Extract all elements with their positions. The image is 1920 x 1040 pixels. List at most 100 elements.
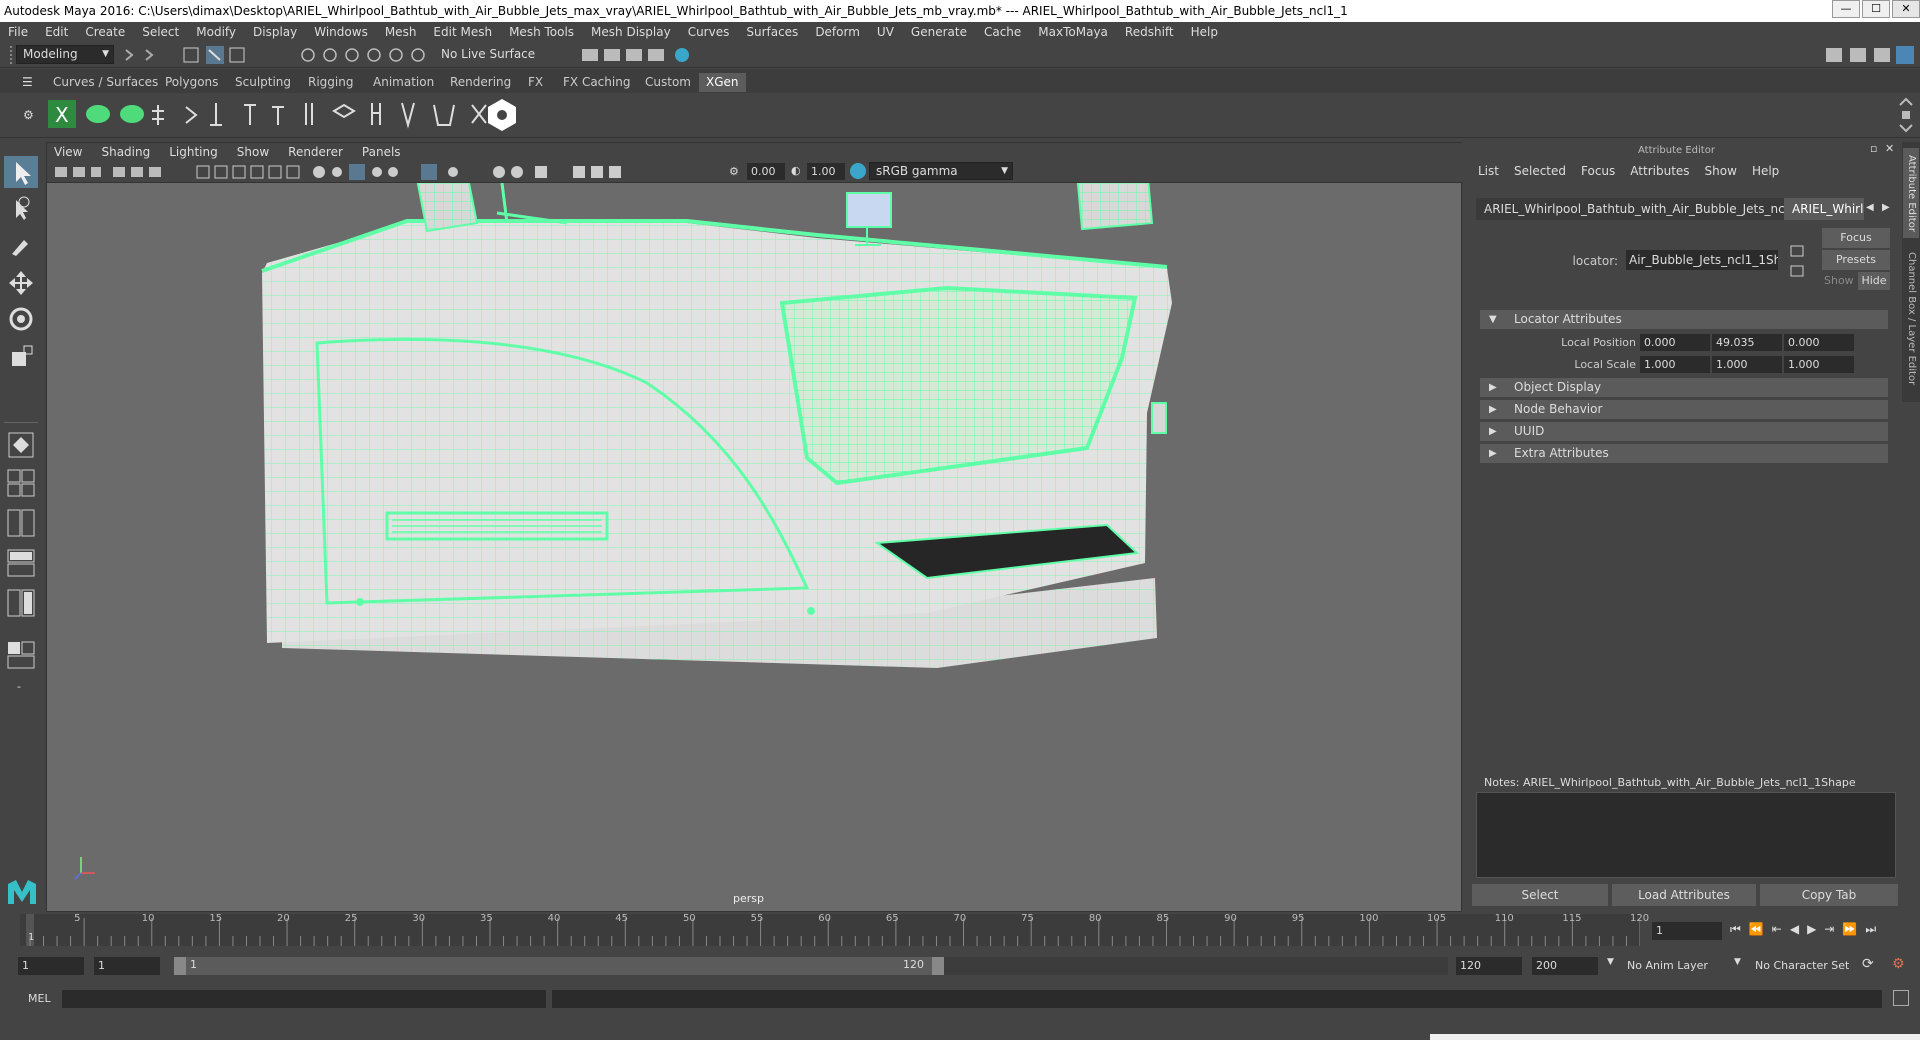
tab-polygons[interactable]: Polygons	[158, 73, 225, 92]
tab-sculpting[interactable]: Sculpting	[228, 73, 298, 92]
menu-curves[interactable]: Curves	[688, 25, 730, 39]
attr-menu-focus[interactable]: Focus	[1581, 164, 1615, 178]
snap-tools-icons[interactable]	[298, 45, 428, 65]
live-surface-label[interactable]: No Live Surface	[441, 47, 535, 61]
attr-menu-help[interactable]: Help	[1752, 164, 1779, 178]
anim-end-field[interactable]: 200	[1532, 957, 1598, 975]
focus-button[interactable]: Focus	[1822, 228, 1890, 248]
tab-rigging[interactable]: Rigging	[301, 73, 360, 92]
render-icons[interactable]	[578, 45, 708, 65]
step-forward-frame-icon[interactable]: ⇥	[1824, 922, 1834, 937]
bathtub-wireframe-model[interactable]	[47, 183, 1461, 911]
collapse-arrows-icon[interactable]	[122, 46, 162, 64]
tab-fx-caching[interactable]: FX Caching	[556, 73, 637, 92]
range-slider[interactable]: 1 120	[174, 957, 944, 975]
more-layouts-icon[interactable]: -	[17, 680, 21, 693]
current-frame-field[interactable]: 1	[1652, 922, 1722, 940]
scale-tool-icon[interactable]	[6, 342, 36, 372]
attr-menu-list[interactable]: List	[1478, 164, 1499, 178]
section-object-display[interactable]: ▶ Object Display	[1480, 378, 1888, 397]
select-button[interactable]: Select	[1472, 884, 1608, 906]
anim-start-field[interactable]: 1	[18, 957, 84, 975]
vp-menu-show[interactable]: Show	[237, 145, 269, 159]
local-scale-x[interactable]: 1.000	[1640, 356, 1710, 373]
menu-mesh-display[interactable]: Mesh Display	[591, 25, 671, 39]
menu-mesh[interactable]: Mesh	[385, 25, 417, 39]
menu-windows[interactable]: Windows	[314, 25, 368, 39]
tab-rendering[interactable]: Rendering	[443, 73, 518, 92]
script-editor-icon[interactable]	[1893, 990, 1909, 1006]
menu-file[interactable]: File	[8, 25, 28, 39]
colorspace-dropdown[interactable]: sRGB gamma ▼	[869, 162, 1013, 180]
menu-deform[interactable]: Deform	[815, 25, 860, 39]
presets-button[interactable]: Presets	[1822, 250, 1890, 270]
tab-node-transform[interactable]: ARIEL_Whirlpool_Bathtub_with_Air_Bubble_…	[1476, 198, 1784, 220]
section-node-behavior[interactable]: ▶ Node Behavior	[1480, 400, 1888, 419]
mode-dropdown[interactable]: Modeling ▼	[16, 45, 114, 64]
command-input[interactable]	[62, 990, 546, 1008]
close-button[interactable]: ✕	[1892, 0, 1920, 18]
side-tab-attribute-editor[interactable]: Attribute Editor	[1903, 148, 1919, 238]
outliner-layout-icon[interactable]	[6, 640, 36, 670]
section-locator-attributes[interactable]: ▼ Locator Attributes	[1480, 310, 1888, 329]
tab-custom[interactable]: Custom	[638, 73, 698, 92]
vp-menu-view[interactable]: View	[54, 145, 82, 159]
menu-edit[interactable]: Edit	[45, 25, 68, 39]
vp-menu-renderer[interactable]: Renderer	[288, 145, 343, 159]
section-extra-attributes[interactable]: ▶ Extra Attributes	[1480, 444, 1888, 463]
menu-uv[interactable]: UV	[877, 25, 894, 39]
gear-icon[interactable]: ⚙	[23, 108, 34, 122]
playback-end-field[interactable]: 120	[1456, 957, 1522, 975]
section-uuid[interactable]: ▶ UUID	[1480, 422, 1888, 441]
range-end-handle[interactable]	[932, 957, 944, 975]
grip-handle[interactable]	[10, 46, 12, 64]
node-name-field[interactable]: Air_Bubble_Jets_ncl1_1Shape	[1626, 250, 1778, 270]
move-tool-icon[interactable]	[6, 268, 36, 298]
vp-menu-lighting[interactable]: Lighting	[169, 145, 218, 159]
layout-preset-icons[interactable]	[6, 468, 36, 638]
viewport-toolbar-icons[interactable]	[53, 163, 713, 181]
menu-surfaces[interactable]: Surfaces	[746, 25, 798, 39]
play-forward-icon[interactable]: ▶	[1807, 922, 1816, 937]
maximize-button[interactable]: ☐	[1862, 0, 1890, 18]
go-to-end-icon[interactable]: ⏭	[1865, 922, 1876, 937]
tab-fx[interactable]: FX	[521, 73, 550, 92]
tab-scroll-right-icon[interactable]: ▶	[1882, 202, 1890, 213]
load-attributes-button[interactable]: Load Attributes	[1612, 884, 1756, 906]
menu-maxtomaya[interactable]: MaxToMaya	[1038, 25, 1108, 39]
selection-mask-icons[interactable]	[182, 45, 252, 65]
node-nav-icons[interactable]	[1788, 242, 1810, 282]
anim-layer-dropdown[interactable]: No Anim Layer	[1627, 959, 1708, 972]
shelf-scroll-icon[interactable]	[1896, 97, 1916, 133]
character-set-dropdown[interactable]: No Character Set	[1755, 959, 1849, 972]
local-scale-y[interactable]: 1.000	[1712, 356, 1782, 373]
color-management-icon[interactable]	[850, 163, 866, 179]
menu-mesh-tools[interactable]: Mesh Tools	[509, 25, 574, 39]
shelf-menu-icon[interactable]: ☰	[22, 75, 33, 89]
playback-start-field[interactable]: 1	[94, 957, 160, 975]
play-backward-icon[interactable]: ◀	[1790, 922, 1799, 937]
menu-modify[interactable]: Modify	[196, 25, 236, 39]
menu-edit-mesh[interactable]: Edit Mesh	[433, 25, 492, 39]
local-position-x[interactable]: 0.000	[1640, 334, 1710, 351]
vp-menu-shading[interactable]: Shading	[101, 145, 150, 159]
minimize-button[interactable]: —	[1832, 0, 1860, 18]
menu-create[interactable]: Create	[85, 25, 125, 39]
attr-menu-attributes[interactable]: Attributes	[1630, 164, 1689, 178]
vp-menu-panels[interactable]: Panels	[362, 145, 401, 159]
menu-help[interactable]: Help	[1191, 25, 1218, 39]
side-tab-channel-box[interactable]: Channel Box / Layer Editor	[1903, 244, 1919, 394]
range-slider-track[interactable]	[944, 957, 1448, 975]
hide-button[interactable]: Hide	[1858, 272, 1890, 290]
aperture-icon[interactable]: ⚙	[729, 165, 739, 178]
close-icon[interactable]: ✕	[1885, 142, 1894, 155]
local-scale-z[interactable]: 1.000	[1784, 356, 1854, 373]
local-position-y[interactable]: 49.035	[1712, 334, 1782, 351]
tab-xgen[interactable]: XGen	[699, 73, 746, 92]
tab-animation[interactable]: Animation	[366, 73, 441, 92]
rotate-tool-icon[interactable]	[6, 304, 36, 334]
local-position-z[interactable]: 0.000	[1784, 334, 1854, 351]
menu-select[interactable]: Select	[142, 25, 179, 39]
chevron-down-icon[interactable]: ▼	[1607, 957, 1614, 967]
float-panel-icon[interactable]: ▫	[1870, 142, 1877, 155]
